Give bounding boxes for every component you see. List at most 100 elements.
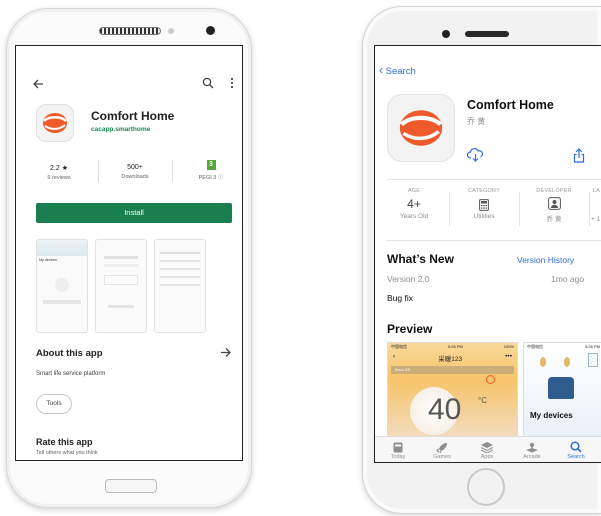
armchair-icon	[548, 377, 574, 399]
category-info[interactable]: CATEGORY Utilities	[451, 188, 517, 220]
time-text: 5:26 PM	[447, 344, 463, 349]
divider	[519, 192, 520, 226]
install-button[interactable]: Install	[36, 203, 232, 223]
carrier-text: 中国电信	[527, 344, 543, 349]
calculator-icon	[479, 198, 489, 211]
my-devices-label: My devices	[530, 411, 573, 420]
age-value: 4+	[407, 197, 421, 211]
age-header: AGE	[407, 188, 421, 194]
divider	[387, 179, 601, 180]
battery-text: 100%	[503, 344, 514, 349]
tab-search[interactable]: Search	[563, 438, 589, 460]
about-heading: About this app	[36, 348, 103, 359]
developer-header: DEVELOPER	[536, 188, 572, 194]
carrier-text: 中国电信	[391, 344, 407, 349]
category-chip[interactable]: Tools	[36, 394, 72, 414]
preview-screenshot-1[interactable]: 中国电信 5:26 PM 100% ‹ 采暖123 ••• Error 53 4…	[387, 342, 518, 438]
tab-games[interactable]: Games	[429, 438, 455, 460]
developer-name[interactable]: 乔 黄	[467, 116, 485, 127]
proximity-sensor	[168, 28, 174, 34]
speaker-grille	[99, 27, 161, 35]
earpiece-speaker	[465, 31, 509, 37]
age-rating: AGE 4+ Years Old	[381, 188, 447, 220]
screenshot-2[interactable]	[95, 239, 147, 333]
pegi-stat[interactable]: 3 PEGI 3 ⓘ	[182, 160, 240, 181]
power-icon	[486, 375, 495, 384]
person-icon	[547, 197, 561, 210]
tab-label: Search	[567, 454, 585, 460]
today-icon	[393, 440, 403, 453]
tab-label: Apps	[480, 454, 494, 460]
downloads-value: 500+	[127, 164, 143, 171]
screenshot-1[interactable]: My devices	[36, 239, 88, 333]
language-sub: + 1	[591, 216, 601, 223]
temperature-unit: °C	[478, 396, 487, 405]
rate-subtitle: Tell others what you think	[36, 450, 98, 456]
more-vert-icon[interactable]	[230, 77, 234, 89]
release-age: 1mo ago	[551, 274, 585, 284]
divider	[98, 160, 99, 182]
rating-count: 9 reviews	[47, 175, 71, 181]
developer-info[interactable]: DEVELOPER 乔 黄	[521, 188, 587, 223]
cloud-download-icon[interactable]	[467, 148, 484, 162]
share-icon[interactable]	[573, 148, 585, 163]
preview-heading: Preview	[387, 322, 433, 336]
search-icon[interactable]	[202, 77, 214, 89]
play-store-screen: Comfort Home cacapp.smarthome 2.2 ★ 9 re…	[15, 45, 243, 461]
home-button[interactable]	[105, 479, 157, 493]
back-arrow-icon[interactable]	[32, 78, 44, 90]
android-phone-frame: Comfort Home cacapp.smarthome 2.2 ★ 9 re…	[6, 8, 252, 508]
front-camera	[442, 30, 450, 38]
rating-value: 2.2 ★	[50, 165, 68, 172]
tab-label: Games	[433, 454, 451, 460]
arrow-right-icon[interactable]	[220, 347, 232, 358]
screenshot-text: My devices	[39, 258, 57, 262]
developer-link[interactable]: cacapp.smarthome	[91, 126, 150, 133]
app-logo	[36, 104, 74, 142]
divider	[387, 240, 601, 241]
front-camera	[206, 26, 215, 35]
time-text: 5:26 PM	[585, 344, 600, 349]
app-store-screen: ‹ Search Comfort Home 乔 黄 AGE 4+ Years O…	[374, 45, 601, 463]
back-label: Search	[385, 66, 416, 77]
language-info[interactable]: LA + 1	[589, 188, 601, 223]
more-icon: •••	[505, 353, 512, 360]
rocket-icon	[436, 440, 448, 454]
layers-icon	[480, 440, 494, 454]
joystick-icon	[526, 440, 538, 453]
pegi-label: PEGI 3 ⓘ	[198, 175, 224, 181]
home-button[interactable]	[467, 468, 505, 506]
app-title: Comfort Home	[91, 109, 175, 123]
version-number: Version 2.0	[387, 274, 430, 284]
iphone-frame: ‹ Search Comfort Home 乔 黄 AGE 4+ Years O…	[362, 6, 601, 514]
category-header: CATEGORY	[468, 188, 500, 194]
tab-arcade[interactable]: Arcade	[519, 438, 545, 460]
whats-new-heading: What’s New	[387, 252, 454, 266]
screenshot-3[interactable]	[154, 239, 206, 333]
downloads-label: Downloads	[121, 174, 149, 180]
rating-stat[interactable]: 2.2 ★ 9 reviews	[30, 164, 88, 181]
back-search-link[interactable]: ‹ Search	[379, 63, 416, 77]
preview-screenshot-2[interactable]: 中国电信 5:26 PM My devices	[523, 342, 601, 438]
age-sub: Years Old	[399, 213, 429, 220]
app-title: Comfort Home	[467, 98, 554, 112]
comfort-home-logo-icon	[43, 113, 67, 133]
chevron-left-icon: ‹	[393, 353, 396, 360]
lamp-icon	[540, 357, 546, 367]
lamp-icon	[564, 357, 570, 367]
tab-today[interactable]: Today	[385, 438, 411, 460]
tab-label: Arcade	[523, 454, 541, 460]
category-sub: Utilities	[473, 213, 495, 220]
divider	[449, 192, 450, 226]
about-description: Smart life service platform	[36, 371, 106, 377]
tab-apps[interactable]: Apps	[474, 438, 500, 460]
language-header: LA	[593, 188, 601, 194]
chevron-left-icon: ‹	[379, 63, 383, 77]
version-history-link[interactable]: Version History	[517, 255, 574, 265]
room-name: 采暖123	[438, 356, 463, 363]
error-banner: Error 53	[391, 366, 514, 374]
app-logo	[387, 94, 455, 162]
mockup-canvas: Comfort Home cacapp.smarthome 2.2 ★ 9 re…	[0, 0, 601, 516]
developer-sub: 乔 黄	[546, 216, 562, 223]
release-notes: Bug fix	[387, 293, 413, 303]
